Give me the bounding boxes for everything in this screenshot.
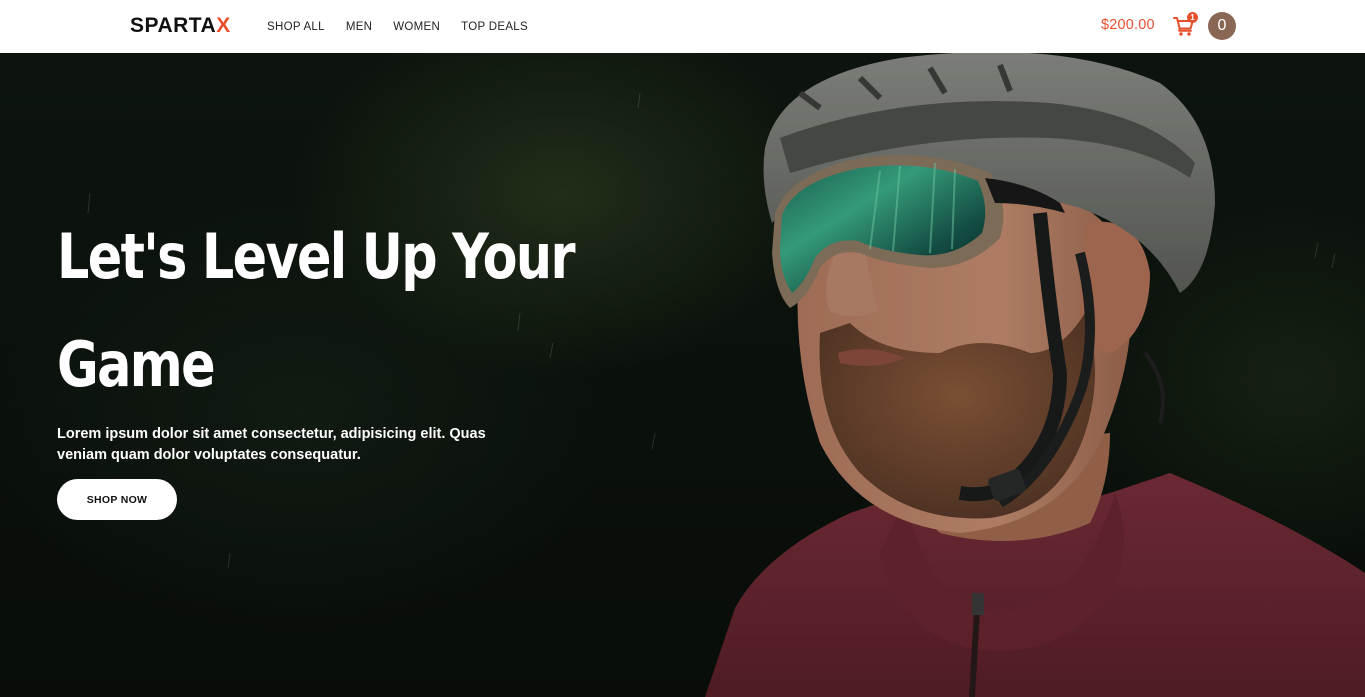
hero-subtitle: Lorem ipsum dolor sit amet consectetur, … (57, 426, 486, 463)
nav-link-shop-all[interactable]: SHOP ALL (267, 21, 325, 33)
user-avatar[interactable]: 0 (1208, 12, 1236, 40)
hero-title-line-1: Let's Level Up Your (57, 220, 576, 293)
hero-title: Let's Level Up Your Game (57, 203, 615, 419)
top-navbar: SPARTAX SHOP ALL MEN WOMEN TOP DEALS $20… (0, 0, 1365, 53)
nav-link-top-deals[interactable]: TOP DEALS (461, 21, 528, 33)
hero-heading-block: Let's Level Up Your Game (57, 203, 617, 419)
nav-link-men[interactable]: MEN (346, 21, 372, 33)
brand-logo[interactable]: SPARTAX (130, 13, 231, 39)
main-nav: SHOP ALL MEN WOMEN TOP DEALS (267, 0, 549, 53)
cart-total: $200.00 (1101, 17, 1155, 33)
nav-link-women[interactable]: WOMEN (393, 21, 440, 33)
brand-name-main: SPARTA (130, 14, 217, 37)
cart-count-badge: 1 (1187, 12, 1198, 23)
shop-now-button[interactable]: SHOP NOW (57, 479, 177, 520)
brand-name-accent: X (216, 14, 231, 37)
hero-title-line-2: Game (57, 328, 216, 401)
